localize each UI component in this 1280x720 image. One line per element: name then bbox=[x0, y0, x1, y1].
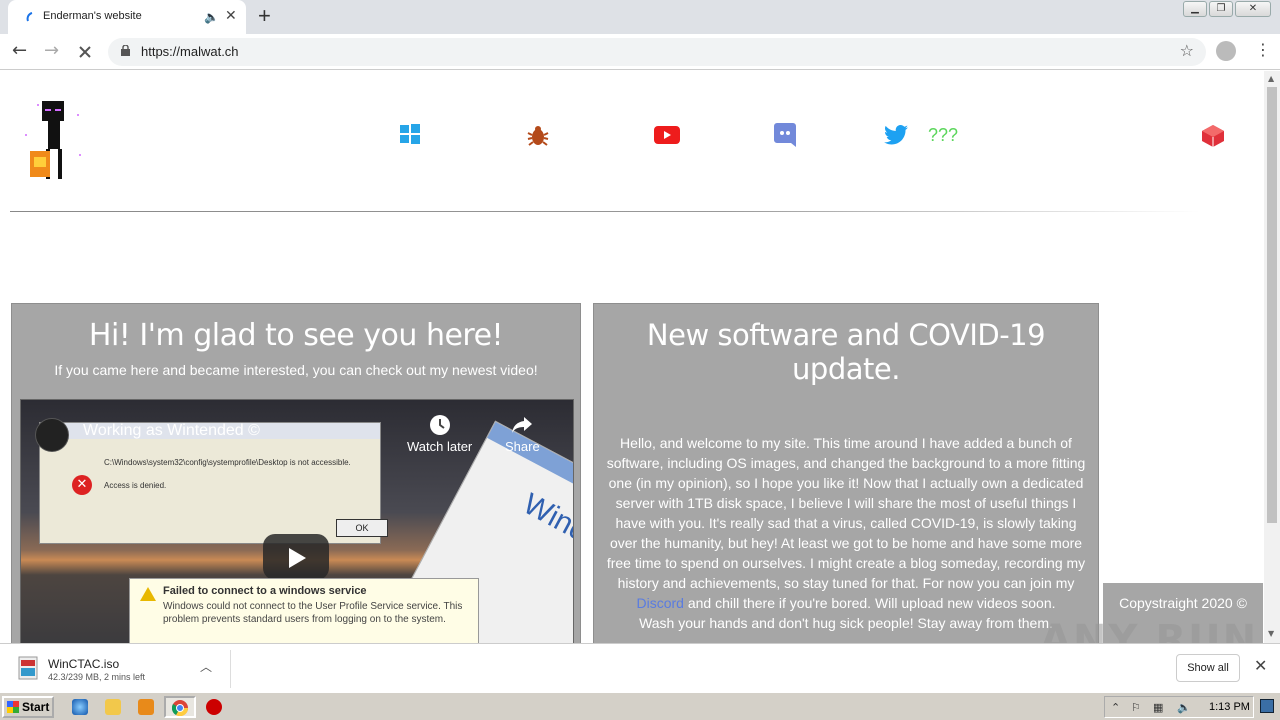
error-dialog-image: ✕ C:\Windows\system32\config\systemprofi… bbox=[39, 422, 388, 544]
restore-button[interactable]: ❐ bbox=[1209, 1, 1233, 17]
download-shelf: WinCTAC.iso 42.3/239 MB, 2 mins left ︿ S… bbox=[0, 643, 1280, 692]
page-scrollbar[interactable]: ▲ ▼ bbox=[1264, 71, 1280, 643]
forward-arrow-icon[interactable]: → bbox=[44, 40, 59, 61]
web-page: ??? Hi! I'm glad to see you here! If you… bbox=[0, 71, 1264, 643]
url-text: https://malwat.ch bbox=[141, 44, 239, 59]
video-title[interactable]: Working as Wintended © bbox=[83, 422, 260, 440]
download-status: 42.3/239 MB, 2 mins left bbox=[48, 672, 146, 682]
network-icon[interactable]: ▦ bbox=[1153, 701, 1163, 714]
shelf-divider bbox=[230, 650, 231, 688]
clock-icon bbox=[429, 415, 450, 435]
enderman-logo[interactable] bbox=[18, 95, 88, 185]
minimize-button[interactable]: ▁ bbox=[1183, 1, 1207, 17]
discord-icon[interactable] bbox=[774, 123, 796, 147]
browser-tab[interactable]: Enderman's website 🔈 ✕ bbox=[8, 0, 246, 34]
twitter-icon[interactable] bbox=[884, 125, 908, 145]
mystery-link[interactable]: ??? bbox=[928, 125, 958, 146]
show-all-button[interactable]: Show all bbox=[1176, 654, 1240, 682]
share-arrow-icon bbox=[512, 417, 533, 433]
chevron-up-icon[interactable]: ︿ bbox=[200, 658, 212, 675]
error-icon: ✕ bbox=[72, 475, 92, 495]
tray-expand-icon[interactable]: ⌃ bbox=[1111, 701, 1120, 714]
download-filename[interactable]: WinCTAC.iso bbox=[48, 657, 119, 671]
address-bar[interactable]: https://malwat.ch ☆ bbox=[108, 38, 1206, 66]
flag-icon[interactable]: ⚐ bbox=[1131, 701, 1141, 714]
new-tab-button[interactable]: + bbox=[258, 3, 271, 29]
volume-icon[interactable]: 🔈 bbox=[1177, 701, 1191, 714]
iso-file-icon[interactable] bbox=[18, 656, 38, 680]
shelf-close-icon[interactable]: ✕ bbox=[1254, 656, 1267, 676]
loading-spinner-icon bbox=[26, 12, 33, 22]
taskbar-clock[interactable]: 1:13 PM bbox=[1209, 701, 1250, 713]
chrome-icon bbox=[172, 700, 188, 716]
anyrun-watermark: ANY RUN bbox=[1040, 617, 1259, 643]
windows-flag-icon bbox=[7, 701, 19, 713]
scroll-down-arrow-icon[interactable]: ▼ bbox=[1268, 629, 1274, 638]
welcome-card: Hi! I'm glad to see you here! If you cam… bbox=[11, 303, 581, 643]
update-title: New software and COVID-19 update. bbox=[646, 318, 1046, 386]
lock-icon bbox=[121, 45, 130, 56]
profile-avatar[interactable] bbox=[1216, 41, 1236, 61]
update-body: Hello, and welcome to my site. This time… bbox=[606, 435, 1086, 631]
youtube-icon[interactable] bbox=[654, 126, 680, 144]
close-window-button[interactable]: ✕ bbox=[1235, 1, 1271, 17]
menu-dots-icon[interactable]: ⋮ bbox=[1255, 40, 1271, 59]
show-desktop-button[interactable] bbox=[1260, 699, 1274, 713]
watch-later-button[interactable]: Watch later bbox=[407, 414, 472, 454]
scroll-thumb[interactable] bbox=[1267, 87, 1277, 523]
windows-taskbar: Start ⌃ ⚐ ▦ 🔈 1:13 PM bbox=[0, 692, 1280, 720]
tab-title: Enderman's website bbox=[43, 10, 142, 22]
bookmark-star-icon[interactable]: ☆ bbox=[1180, 41, 1194, 60]
browser-toolbar: ← → https://malwat.ch ☆ ⋮ bbox=[0, 34, 1280, 70]
start-button[interactable]: Start bbox=[2, 696, 54, 718]
stop-sign-icon[interactable] bbox=[206, 699, 222, 715]
welcome-subtitle: If you came here and became interested, … bbox=[54, 362, 538, 378]
play-icon bbox=[289, 548, 306, 568]
media-player-icon[interactable] bbox=[138, 699, 154, 715]
folder-icon[interactable] bbox=[105, 699, 121, 715]
scroll-up-arrow-icon[interactable]: ▲ bbox=[1268, 74, 1274, 83]
warning-icon bbox=[140, 587, 156, 601]
header-divider bbox=[10, 211, 1200, 212]
play-button[interactable] bbox=[263, 534, 329, 580]
tab-close-icon[interactable]: ✕ bbox=[225, 7, 237, 24]
welcome-title: Hi! I'm glad to see you here! bbox=[88, 318, 504, 353]
update-card: New software and COVID-19 update. Hello,… bbox=[593, 303, 1099, 643]
youtube-embed[interactable]: ✕ C:\Windows\system32\config\systemprofi… bbox=[20, 399, 574, 643]
service-warning-image: Failed to connect to a windows service W… bbox=[129, 578, 479, 643]
roblox-icon[interactable] bbox=[1200, 123, 1226, 149]
browser-titlebar: Enderman's website 🔈 ✕ + ▁ ❐ ✕ bbox=[0, 0, 1280, 34]
discord-link[interactable]: Discord bbox=[636, 595, 683, 611]
chrome-taskbar-button[interactable] bbox=[164, 696, 196, 718]
windows-icon[interactable] bbox=[399, 123, 421, 145]
speaker-icon[interactable]: 🔈 bbox=[204, 10, 219, 24]
share-button[interactable]: Share bbox=[505, 414, 540, 454]
channel-avatar[interactable] bbox=[35, 418, 69, 452]
ie-icon[interactable] bbox=[72, 699, 88, 715]
system-tray: ⌃ ⚐ ▦ 🔈 1:13 PM bbox=[1104, 696, 1254, 718]
bug-icon[interactable] bbox=[526, 123, 550, 147]
back-arrow-icon[interactable]: ← bbox=[12, 40, 27, 61]
stop-loading-icon[interactable] bbox=[77, 44, 93, 60]
